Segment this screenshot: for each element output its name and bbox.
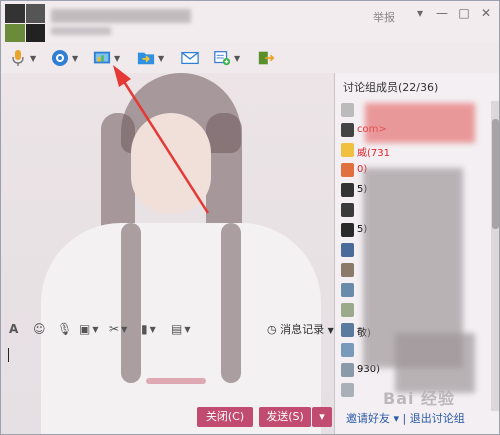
- microphone-icon: 🎙: [57, 322, 73, 336]
- invite-friends-link[interactable]: 邀请好友 ▾ | 退出讨论组: [346, 410, 465, 426]
- image-icon: ▣: [79, 322, 91, 336]
- chart-button[interactable]: ▮ ▼: [141, 321, 156, 337]
- group-subtitle-blurred: [51, 27, 111, 35]
- member-scrollbar[interactable]: [491, 101, 499, 411]
- scrollbar-thumb[interactable]: [492, 119, 499, 229]
- app-button[interactable]: ▼: [213, 47, 240, 69]
- scissors-icon: ✂: [109, 322, 120, 336]
- folder-icon: [137, 52, 155, 65]
- main-toolbar: ▼ ▼ ▼ ▼ ▼: [1, 43, 499, 73]
- send-options-button[interactable]: ▾: [312, 407, 332, 427]
- mail-icon: [181, 51, 199, 65]
- voice-message-button[interactable]: 🎙: [57, 321, 72, 337]
- voice-button[interactable]: ▼: [9, 47, 36, 69]
- text-cursor[interactable]: [8, 348, 9, 362]
- member-row[interactable]: 威(731: [335, 141, 489, 161]
- chevron-down-icon: ▼: [149, 324, 156, 334]
- clock-icon: ◷: [267, 323, 277, 336]
- title-bar: 举报 ▾ — □ ✕: [1, 1, 499, 43]
- chevron-down-icon: ▼: [184, 324, 191, 334]
- group-name-blurred: [51, 9, 191, 23]
- watermark: Bai 经验: [383, 389, 456, 408]
- font-button[interactable]: A: [9, 321, 18, 337]
- chevron-down-icon: ▼: [121, 324, 128, 334]
- more-icon: ▤: [171, 322, 183, 336]
- send-button[interactable]: 发送(S): [259, 407, 311, 427]
- image-button[interactable]: ▣ ▼: [79, 321, 99, 337]
- message-history-button[interactable]: ◷ 消息记录 ▼: [267, 321, 334, 337]
- chat-background-image: [1, 73, 334, 434]
- close-window-button[interactable]: ✕: [477, 5, 495, 21]
- exit-icon: [258, 51, 275, 65]
- more-button[interactable]: ▤ ▼: [171, 321, 191, 337]
- screenshot-button[interactable]: ✂ ▼: [109, 321, 127, 337]
- smiley-icon: ☺: [33, 322, 46, 336]
- mail-button[interactable]: [181, 47, 199, 69]
- privacy-blur: [365, 103, 475, 143]
- emoji-button[interactable]: ☺: [33, 321, 46, 337]
- settings-chevron-icon[interactable]: ▾: [411, 5, 429, 21]
- minimize-button[interactable]: —: [433, 5, 451, 21]
- close-button[interactable]: 关闭(C): [197, 407, 253, 427]
- report-link[interactable]: 举报: [373, 9, 395, 25]
- chevron-down-icon[interactable]: ▼: [72, 54, 78, 63]
- chevron-down-icon[interactable]: ▼: [30, 54, 36, 63]
- microphone-icon: [12, 50, 24, 66]
- video-button[interactable]: ▼: [51, 47, 78, 69]
- file-transfer-button[interactable]: ▼: [137, 47, 164, 69]
- member-panel: 讨论组成员(22/36) com> 威(731 0) 5) 5) 敬) 930): [334, 73, 499, 434]
- chevron-down-icon[interactable]: ▼: [158, 54, 164, 63]
- exit-group-button[interactable]: [257, 47, 275, 69]
- chevron-down-icon: ▼: [327, 326, 334, 335]
- screen-share-button[interactable]: ▼: [93, 47, 120, 69]
- chevron-down-icon[interactable]: ▼: [234, 54, 240, 63]
- group-avatar: [5, 4, 45, 42]
- screen-share-icon: [93, 51, 111, 64]
- maximize-button[interactable]: □: [455, 5, 473, 21]
- privacy-blur: [395, 333, 475, 393]
- app-add-icon: [214, 51, 231, 66]
- member-count-title: 讨论组成员(22/36): [343, 81, 439, 94]
- chevron-down-icon[interactable]: ▼: [114, 54, 120, 63]
- chat-window: 举报 ▾ — □ ✕ ▼ ▼ ▼ ▼ ▼ 讨论组成员(22/36) 威(731 …: [0, 0, 500, 435]
- bar-chart-icon: ▮: [141, 322, 148, 336]
- chevron-down-icon: ▼: [92, 324, 99, 334]
- video-icon: [52, 50, 68, 66]
